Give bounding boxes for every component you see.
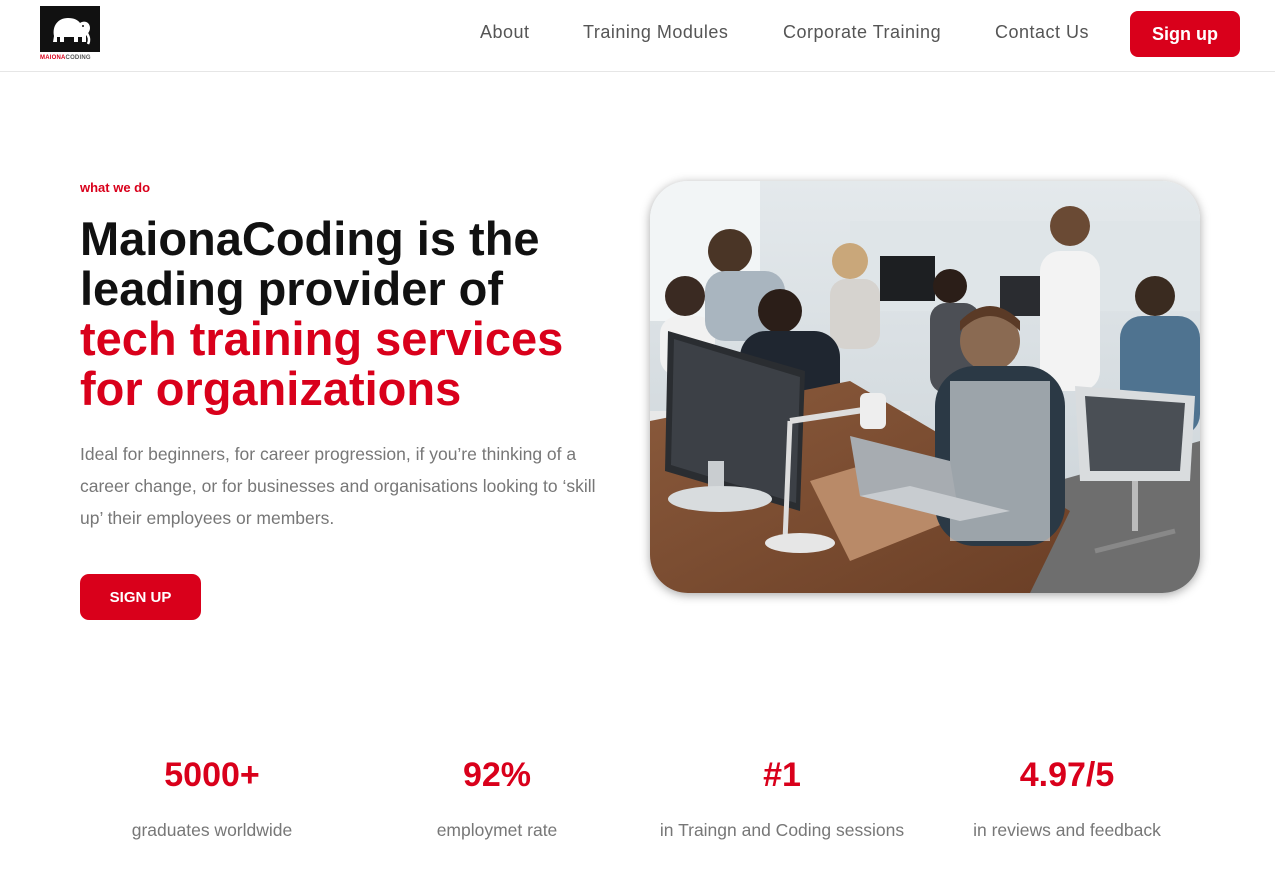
site-header: MAIONACODING About Training Modules Corp… xyxy=(0,0,1275,72)
hero-title-line-1: MaionaCoding is the xyxy=(80,212,540,265)
hero-title-accent-line-2: for organizations xyxy=(80,362,462,415)
stat-employment-rate: 92% employmet rate xyxy=(352,756,642,841)
hero-eyebrow: what we do xyxy=(80,180,151,195)
hero-title-accent-line-1: tech training services xyxy=(80,312,564,365)
stat-label: in reviews and feedback xyxy=(973,820,1161,840)
stat-label: graduates worldwide xyxy=(131,820,293,840)
brand-logo[interactable]: MAIONACODING xyxy=(40,6,100,64)
brand-wordmark-dark: CODING xyxy=(65,55,91,61)
stat-value: 92% xyxy=(462,756,532,794)
nav-link-corporate-training[interactable]: Corporate Training xyxy=(783,22,941,43)
office-photo-icon xyxy=(650,181,1200,593)
hero-description: Ideal for beginners, for career progress… xyxy=(80,444,596,528)
stat-value: 5000+ xyxy=(164,756,260,794)
stat-reviews: 4.97/5 in reviews and feedback xyxy=(922,756,1212,841)
nav-link-about[interactable]: About xyxy=(480,22,530,43)
elephant-logo-icon xyxy=(40,6,100,52)
stat-value: #1 xyxy=(763,756,801,794)
hero-title: MaionaCoding is the leading provider of … xyxy=(80,214,620,414)
nav-link-training-modules[interactable]: Training Modules xyxy=(583,22,728,43)
stat-ranking: #1 in Traingn and Coding sessions xyxy=(637,756,927,841)
hero-signup-button[interactable]: SIGN UP xyxy=(80,574,201,620)
hero-title-line-2: leading provider of xyxy=(80,262,504,315)
brand-wordmark-red: MAIONA xyxy=(40,55,66,61)
stat-label: employmet rate xyxy=(436,820,558,840)
header-signup-button[interactable]: Sign up xyxy=(1130,11,1240,57)
nav-link-contact-us[interactable]: Contact Us xyxy=(995,22,1089,43)
stat-label: in Traingn and Coding sessions xyxy=(659,820,905,840)
stat-graduates: 5000+ graduates worldwide xyxy=(67,756,357,841)
brand-wordmark: MAIONACODING xyxy=(40,55,100,61)
stat-value: 4.97/5 xyxy=(1019,756,1115,794)
